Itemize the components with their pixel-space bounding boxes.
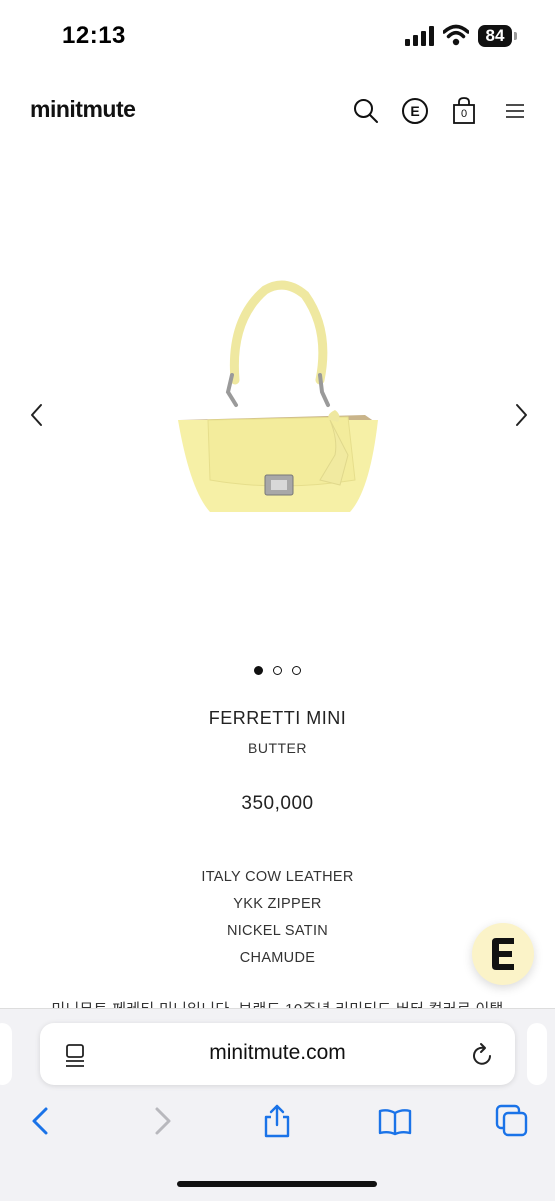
battery-tip	[514, 32, 517, 40]
reload-icon[interactable]	[470, 1042, 496, 1068]
forward-icon[interactable]	[143, 1103, 179, 1139]
floating-e-button[interactable]	[472, 923, 534, 985]
spec-item: YKK ZIPPER	[233, 896, 322, 912]
brand-e-icon	[492, 938, 514, 970]
home-indicator	[177, 1181, 377, 1187]
shopping-bag-icon[interactable]: 0	[451, 97, 479, 125]
cellular-signal-icon	[405, 26, 434, 46]
battery-level: 84	[485, 26, 505, 45]
status-bar: 12:13 84	[0, 0, 555, 72]
address-bar[interactable]: minitmute.com	[40, 1023, 515, 1085]
gallery-dot-3[interactable]	[292, 666, 301, 675]
status-time: 12:13	[62, 22, 126, 49]
tabs-icon[interactable]	[494, 1103, 530, 1139]
spec-item: ITALY COW LEATHER	[201, 869, 354, 885]
product-name: FERRETTI MINI	[208, 708, 347, 728]
battery-icon: 84	[478, 25, 512, 47]
share-icon[interactable]	[259, 1103, 295, 1139]
gallery-dot-1[interactable]	[254, 666, 263, 675]
brand-e-icon[interactable]: E	[402, 97, 430, 125]
gallery-pagination	[0, 666, 555, 675]
menu-icon[interactable]	[502, 97, 530, 125]
product-image	[178, 280, 378, 512]
product-price: 350,000	[241, 793, 314, 814]
next-tab-edge[interactable]	[527, 1023, 547, 1085]
wifi-icon	[443, 24, 469, 46]
previous-tab-edge[interactable]	[0, 1023, 12, 1085]
brand-e-letter: E	[402, 98, 428, 124]
site-logo[interactable]: minitmute	[30, 96, 136, 123]
gallery-next-arrow[interactable]	[508, 400, 532, 430]
site-header: minitmute E 0	[0, 80, 555, 142]
back-icon[interactable]	[24, 1103, 60, 1139]
search-icon[interactable]	[352, 97, 380, 125]
gallery-prev-arrow[interactable]	[26, 400, 50, 430]
product-gallery	[0, 230, 555, 610]
product-color: BUTTER	[248, 740, 307, 756]
bookmarks-icon[interactable]	[377, 1103, 413, 1139]
gallery-dot-2[interactable]	[273, 666, 282, 675]
browser-chrome: minitmute.com	[0, 1008, 555, 1201]
url-text: minitmute.com	[209, 1041, 346, 1064]
cart-count: 0	[460, 108, 468, 120]
